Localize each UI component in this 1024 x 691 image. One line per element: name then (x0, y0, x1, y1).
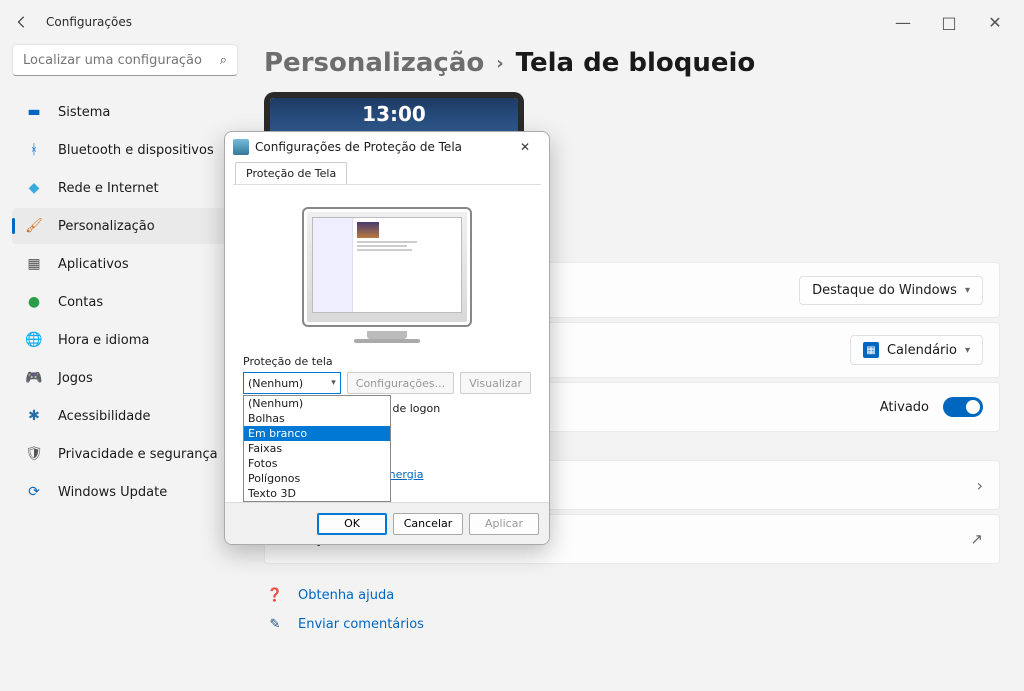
apply-button[interactable]: Aplicar (469, 513, 539, 535)
sidebar-item-privacidade[interactable]: 🛡 Privacidade e segurança (12, 436, 238, 472)
sidebar-item-label: Personalização (58, 219, 155, 234)
combo-option[interactable]: Faixas (244, 441, 390, 456)
combo-option[interactable]: Fotos (244, 456, 390, 471)
sidebar-item-label: Aplicativos (58, 257, 129, 272)
feedback-link[interactable]: ✎ Enviar comentários (266, 617, 1000, 632)
system-icon: ▬ (24, 102, 44, 122)
sidebar-item-jogos[interactable]: 🎮 Jogos (12, 360, 238, 396)
sidebar-item-update[interactable]: ⟳ Windows Update (12, 474, 238, 510)
accessibility-icon: ✱ (24, 406, 44, 426)
help-icon: ❓ (266, 588, 284, 603)
combo-option[interactable]: Bolhas (244, 411, 390, 426)
gaming-icon: 🎮 (24, 368, 44, 388)
screensaver-preview-button[interactable]: Visualizar (460, 372, 531, 394)
minimize-button[interactable]: — (880, 7, 926, 37)
preview-clock: 13:00 (362, 102, 426, 126)
dropdown-value: Calendário (887, 343, 957, 358)
sidebar-item-rede[interactable]: ◆ Rede e Internet (12, 170, 238, 206)
sidebar-item-label: Contas (58, 295, 103, 310)
dialog-tab[interactable]: Proteção de Tela (235, 162, 347, 184)
close-button[interactable]: ✕ (972, 7, 1018, 37)
cancel-button[interactable]: Cancelar (393, 513, 463, 535)
link-label: Enviar comentários (298, 617, 424, 632)
search-input[interactable] (23, 53, 220, 68)
sidebar-item-aplicativos[interactable]: ▦ Aplicativos (12, 246, 238, 282)
screensaver-dialog: Configurações de Proteção de Tela ✕ Prot… (224, 131, 550, 545)
feedback-icon: ✎ (266, 617, 284, 632)
sidebar-item-label: Sistema (58, 105, 110, 120)
section-label: Proteção de tela (243, 355, 531, 368)
sidebar-item-personalizacao[interactable]: 🖌 Personalização (12, 208, 238, 244)
combo-option[interactable]: (Nenhum) (244, 396, 390, 411)
sidebar-item-sistema[interactable]: ▬ Sistema (12, 94, 238, 130)
app-title: Configurações (46, 15, 132, 29)
search-box[interactable]: ⌕ (12, 44, 238, 76)
status-dropdown[interactable]: ▦ Calendário ▾ (850, 335, 983, 365)
chevron-down-icon: ▾ (331, 378, 336, 388)
sidebar-item-label: Windows Update (58, 485, 167, 500)
search-icon: ⌕ (220, 53, 227, 68)
sidebar-item-label: Privacidade e segurança (58, 447, 218, 462)
combo-option[interactable]: Polígonos (244, 471, 390, 486)
sidebar-item-label: Jogos (58, 371, 93, 386)
dialog-icon (233, 139, 249, 155)
back-button[interactable] (6, 6, 38, 38)
screensaver-settings-button[interactable]: Configurações... (347, 372, 454, 394)
bluetooth-icon: ᚼ (24, 140, 44, 160)
screensaver-preview-monitor (302, 207, 472, 327)
dialog-title: Configurações de Proteção de Tela (255, 140, 462, 154)
combo-option[interactable]: Texto 3D (244, 486, 390, 501)
maximize-button[interactable]: □ (926, 7, 972, 37)
toggle-label: Ativado (880, 400, 929, 415)
sidebar-item-hora[interactable]: 🌐 Hora e idioma (12, 322, 238, 358)
page-title: Tela de bloqueio (516, 48, 756, 78)
privacy-icon: 🛡 (24, 444, 44, 464)
chevron-right-icon: › (977, 476, 983, 495)
dropdown-value: Destaque do Windows (812, 283, 957, 298)
sidebar-item-contas[interactable]: ● Contas (12, 284, 238, 320)
sidebar-item-label: Bluetooth e dispositivos (58, 143, 214, 158)
calendar-icon: ▦ (863, 342, 879, 358)
signin-bg-toggle[interactable] (943, 397, 983, 417)
link-label: Obtenha ajuda (298, 588, 394, 603)
update-icon: ⟳ (24, 482, 44, 502)
chevron-down-icon: ▾ (965, 345, 970, 356)
breadcrumb-parent[interactable]: Personalização (264, 48, 484, 78)
account-icon: ● (24, 292, 44, 312)
lockscreen-preview: 13:00 (264, 92, 524, 132)
dialog-close-button[interactable]: ✕ (509, 140, 541, 154)
background-dropdown[interactable]: Destaque do Windows ▾ (799, 276, 983, 305)
help-link[interactable]: ❓ Obtenha ajuda (266, 588, 1000, 603)
external-link-icon: ↗ (970, 530, 983, 548)
breadcrumb: Personalização › Tela de bloqueio (264, 48, 1000, 78)
time-icon: 🌐 (24, 330, 44, 350)
combobox-dropdown[interactable]: (Nenhum) Bolhas Em branco Faixas Fotos P… (243, 395, 391, 502)
chevron-down-icon: ▾ (965, 285, 970, 296)
network-icon: ◆ (24, 178, 44, 198)
sidebar-item-bluetooth[interactable]: ᚼ Bluetooth e dispositivos (12, 132, 238, 168)
sidebar-item-label: Hora e idioma (58, 333, 149, 348)
combo-value: (Nenhum) (248, 377, 303, 390)
sidebar-item-label: Acessibilidade (58, 409, 151, 424)
sidebar-item-label: Rede e Internet (58, 181, 159, 196)
ok-button[interactable]: OK (317, 513, 387, 535)
personalize-icon: 🖌 (24, 216, 44, 236)
apps-icon: ▦ (24, 254, 44, 274)
screensaver-combobox[interactable]: (Nenhum) ▾ (Nenhum) Bolhas Em branco Fai… (243, 372, 341, 394)
sidebar-item-acessibilidade[interactable]: ✱ Acessibilidade (12, 398, 238, 434)
combo-option-selected[interactable]: Em branco (244, 426, 390, 441)
chevron-right-icon: › (496, 53, 503, 74)
